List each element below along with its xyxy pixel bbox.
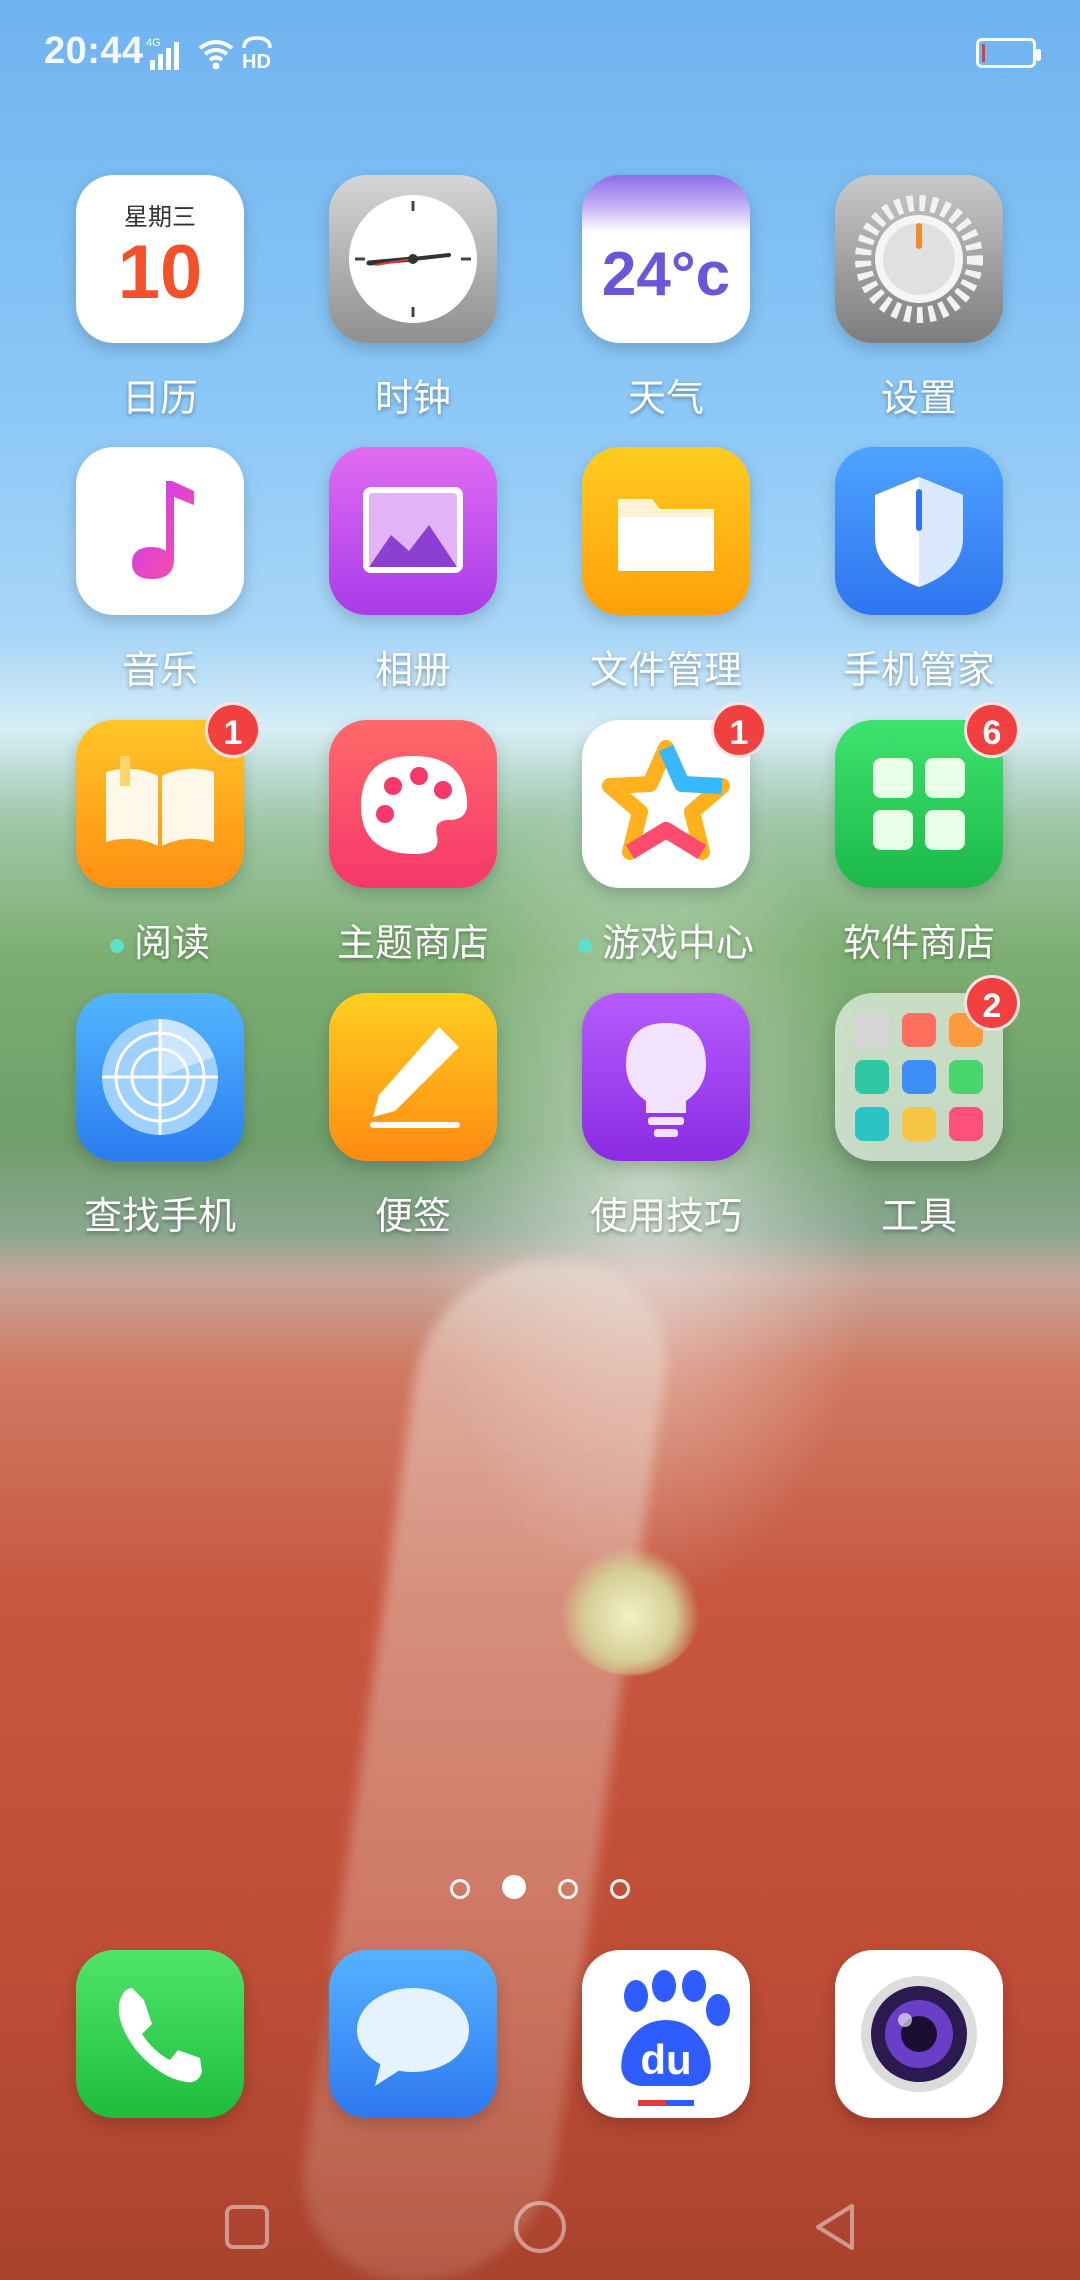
app-notes[interactable]: 便签 <box>288 993 538 1253</box>
pencil-icon <box>329 993 497 1161</box>
shield-icon <box>835 447 1003 615</box>
app-label: 软件商店 <box>842 921 995 965</box>
page-dot[interactable] <box>610 1879 630 1899</box>
page-dot[interactable] <box>450 1879 470 1899</box>
app-label: 主题商店 <box>336 921 489 965</box>
calendar-icon: 星期三 10 <box>76 175 244 343</box>
app-game-center[interactable]: 1 游戏中心 <box>541 702 791 980</box>
baidu-paw-icon: du <box>582 1950 750 2118</box>
app-label: 阅读 <box>35 912 285 967</box>
notification-badge: 6 <box>964 702 1020 758</box>
network-type-label: 4G <box>146 37 161 49</box>
app-label: 手机管家 <box>842 648 995 692</box>
new-install-dot <box>577 938 592 953</box>
app-label: 使用技巧 <box>589 1194 742 1238</box>
app-weather[interactable]: 24°c 天气 <box>541 175 791 435</box>
notification-badge: 2 <box>964 975 1020 1031</box>
clock-icon <box>329 175 497 343</box>
page-dot-active[interactable] <box>502 1875 526 1899</box>
app-label: 查找手机 <box>83 1194 236 1238</box>
recents-button[interactable] <box>212 2192 282 2262</box>
gallery-icon <box>329 447 497 615</box>
new-install-dot <box>109 938 124 953</box>
weather-icon: 24°c <box>582 175 750 343</box>
app-reader[interactable]: 1 阅读 <box>35 702 285 980</box>
notification-badge: 1 <box>205 702 261 758</box>
hd-voice-icon: HD <box>242 36 272 73</box>
camera-lens-icon <box>835 1950 1003 2118</box>
home-button[interactable] <box>505 2192 575 2262</box>
status-bar: 20:44 4G HD <box>0 0 1080 110</box>
battery-level <box>982 44 985 62</box>
app-tips[interactable]: 使用技巧 <box>541 993 791 1253</box>
app-gallery[interactable]: 相册 <box>288 447 538 707</box>
wallpaper-weed <box>560 1545 700 1675</box>
app-theme-store[interactable]: 主题商店 <box>288 720 538 980</box>
page-indicator <box>0 1875 1080 1903</box>
app-label: 日历 <box>121 376 198 420</box>
back-button[interactable] <box>800 2192 870 2262</box>
music-note-icon <box>76 447 244 615</box>
lightbulb-icon <box>582 993 750 1161</box>
hd-label: HD <box>242 51 271 73</box>
app-find-phone[interactable]: 查找手机 <box>35 993 285 1253</box>
app-label: 便签 <box>374 1194 451 1238</box>
folder-icon <box>582 447 750 615</box>
weather-temperature: 24°c <box>601 240 731 309</box>
app-label: 天气 <box>627 376 704 420</box>
app-folder-tools[interactable]: 2 工具 <box>794 975 1044 1253</box>
palette-icon <box>329 720 497 888</box>
app-music[interactable]: 音乐 <box>35 447 285 707</box>
app-label: 工具 <box>880 1194 957 1238</box>
dock: du <box>0 1950 1080 2120</box>
baidu-logo-text: du <box>640 2036 691 2083</box>
message-bubble-icon <box>329 1950 497 2118</box>
app-label: 文件管理 <box>589 648 742 692</box>
signal-icon: 4G <box>146 37 179 70</box>
app-clock[interactable]: 时钟 <box>288 175 538 435</box>
app-label: 设置 <box>880 376 957 420</box>
app-phone-manager[interactable]: 手机管家 <box>794 447 1044 707</box>
status-time: 20:44 <box>44 30 144 72</box>
page-dot[interactable] <box>558 1879 578 1899</box>
calendar-weekday: 星期三 <box>124 203 196 231</box>
gear-icon <box>835 175 1003 343</box>
app-label: 相册 <box>374 648 451 692</box>
battery-icon <box>976 38 1041 68</box>
app-files[interactable]: 文件管理 <box>541 447 791 707</box>
app-label: 时钟 <box>374 376 451 420</box>
navigation-bar <box>0 2170 1080 2280</box>
app-label: 游戏中心 <box>541 912 791 967</box>
wifi-icon <box>198 40 234 70</box>
app-store[interactable]: 6 软件商店 <box>794 702 1044 980</box>
app-calendar[interactable]: 星期三 10 日历 <box>35 175 285 435</box>
notification-badge: 1 <box>711 702 767 758</box>
app-settings[interactable]: 设置 <box>794 175 1044 435</box>
phone-icon <box>76 1950 244 2118</box>
app-label: 音乐 <box>121 648 198 692</box>
radar-icon <box>76 993 244 1161</box>
calendar-day: 10 <box>117 230 203 315</box>
